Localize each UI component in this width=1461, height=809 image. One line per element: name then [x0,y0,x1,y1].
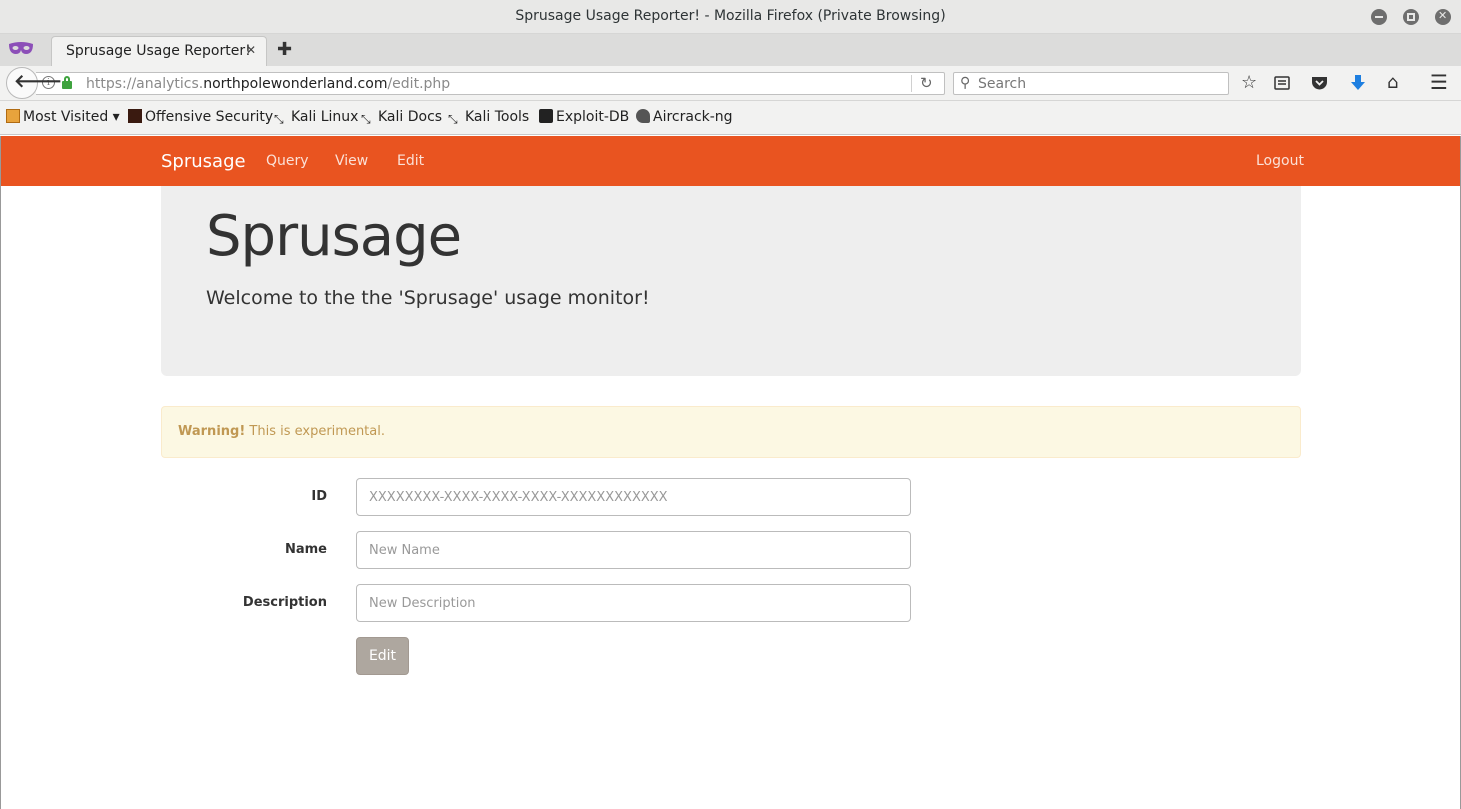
url-text[interactable]: https://analytics.northpolewonderland.co… [86,76,450,92]
nav-edit[interactable]: Edit [397,153,424,169]
bookmark-exploit-db[interactable]: Exploit-DB [539,109,629,125]
menu-icon[interactable]: ☰ [1430,70,1448,94]
aircrack-icon [636,109,650,123]
downloads-icon[interactable] [1350,74,1366,92]
pocket-icon[interactable] [1311,75,1328,91]
edit-submit-button[interactable]: Edit [356,637,409,675]
tab-title: Sprusage Usage Reporter! [66,43,251,59]
maximize-icon[interactable] [1403,9,1419,25]
url-divider [911,75,912,92]
url-bar[interactable]: i https://analytics.northpolewonderland.… [36,72,945,95]
offsec-icon [128,109,142,123]
reload-icon[interactable]: ↻ [920,74,933,92]
nav-view[interactable]: View [335,153,368,169]
exploitdb-icon [539,109,553,123]
page-title: Sprusage [206,204,462,269]
bookmark-kali-linux[interactable]: ⤡ Kali Linux [274,109,358,126]
site-navbar: Sprusage Query View Edit Logout [1,136,1460,186]
window-title: Sprusage Usage Reporter! - Mozilla Firef… [515,8,946,24]
browser-tab[interactable]: Sprusage Usage Reporter! ✕ [51,36,267,66]
alert-strong: Warning! [178,424,246,439]
page-content: Sprusage Query View Edit Logout Sprusage… [0,136,1461,809]
most-visited-icon [6,109,20,123]
kali-icon: ⤡ [361,112,371,126]
nav-logout[interactable]: Logout [1256,153,1304,169]
window-titlebar: Sprusage Usage Reporter! - Mozilla Firef… [0,0,1461,34]
new-tab-icon[interactable]: ✚ [277,39,292,60]
navigation-toolbar: i https://analytics.northpolewonderland.… [0,66,1461,101]
bookmark-kali-tools[interactable]: ⤡ Kali Tools [448,109,529,126]
bookmark-most-visited[interactable]: Most Visited ▾ [6,109,120,125]
bookmark-star-icon[interactable]: ☆ [1241,72,1257,93]
nav-query[interactable]: Query [266,153,309,169]
kali-icon: ⤡ [448,112,458,126]
jumbotron: Sprusage Welcome to the the 'Sprusage' u… [161,186,1301,376]
id-label: ID [311,489,327,504]
kali-icon: ⤡ [274,112,284,126]
lock-icon[interactable] [62,76,72,89]
bookmark-kali-docs[interactable]: ⤡ Kali Docs [361,109,442,126]
back-arrow-icon: 🡐 [14,71,63,92]
reading-list-icon[interactable] [1274,75,1290,91]
bookmarks-toolbar: Most Visited ▾ Offensive Security ⤡ Kali … [0,101,1461,135]
alert-message: This is experimental. [245,424,385,439]
bookmark-aircrack-ng[interactable]: Aircrack-ng [636,109,733,125]
name-label: Name [284,542,327,557]
minimize-icon[interactable] [1371,9,1387,25]
search-input[interactable]: ⚲ Search [953,72,1229,95]
search-icon: ⚲ [960,75,971,91]
id-field[interactable] [356,478,911,516]
description-field[interactable] [356,584,911,622]
warning-alert: Warning! This is experimental. [161,406,1301,458]
home-icon[interactable]: ⌂ [1387,72,1398,93]
search-placeholder: Search [978,76,1027,92]
private-browsing-mask-icon [9,42,33,54]
page-lead: Welcome to the the 'Sprusage' usage moni… [206,287,650,309]
site-brand[interactable]: Sprusage [161,151,246,172]
back-button[interactable]: 🡐 [6,67,62,99]
close-icon[interactable] [1435,9,1451,25]
bookmark-offensive-security[interactable]: Offensive Security [128,109,273,125]
name-field[interactable] [356,531,911,569]
description-label: Description [242,595,327,610]
tab-close-icon[interactable]: ✕ [246,43,256,57]
tab-bar: Sprusage Usage Reporter! ✕ ✚ [0,34,1461,66]
